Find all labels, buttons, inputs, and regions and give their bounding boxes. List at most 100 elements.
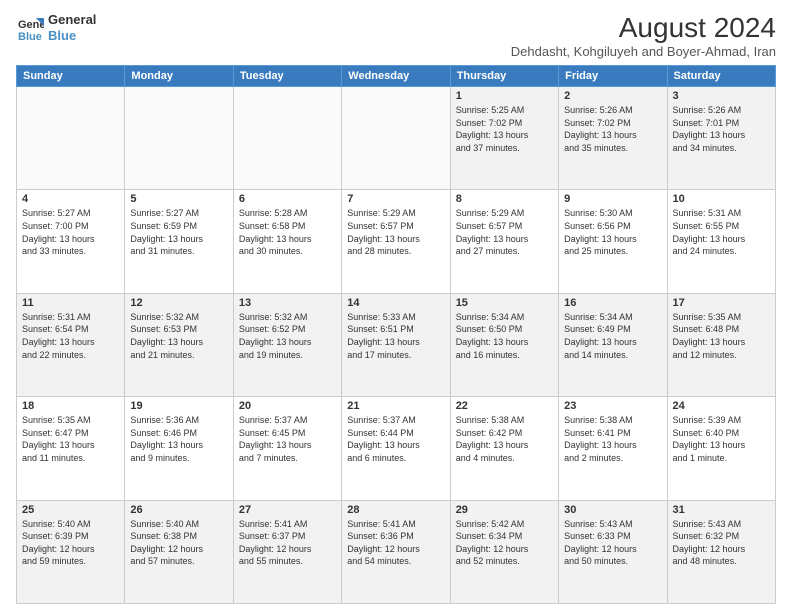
col-wednesday: Wednesday	[342, 66, 450, 87]
svg-text:Blue: Blue	[18, 31, 42, 42]
day-number: 28	[347, 504, 444, 516]
day-number: 8	[456, 193, 553, 205]
cell-content: Sunrise: 5:35 AM Sunset: 6:48 PM Dayligh…	[673, 311, 770, 361]
cell-content: Sunrise: 5:37 AM Sunset: 6:44 PM Dayligh…	[347, 414, 444, 464]
calendar-cell: 4 Sunrise: 5:27 AM Sunset: 7:00 PM Daylig…	[17, 190, 125, 293]
day-number: 4	[22, 193, 119, 205]
cell-content: Sunrise: 5:29 AM Sunset: 6:57 PM Dayligh…	[456, 207, 553, 257]
calendar-cell: 10Sunrise: 5:31 AM Sunset: 6:55 PM Dayli…	[667, 190, 775, 293]
calendar-cell: 12Sunrise: 5:32 AM Sunset: 6:53 PM Dayli…	[125, 293, 233, 396]
logo-line1: General	[48, 12, 96, 28]
day-number: 23	[564, 400, 661, 412]
cell-content: Sunrise: 5:40 AM Sunset: 6:39 PM Dayligh…	[22, 518, 119, 568]
calendar-cell: 8 Sunrise: 5:29 AM Sunset: 6:57 PM Daylig…	[450, 190, 558, 293]
day-number: 5	[130, 193, 227, 205]
calendar-cell: 24 Sunrise: 5:39 AM Sunset: 6:40 PM Dayli…	[667, 397, 775, 500]
week-row-5: 25Sunrise: 5:40 AM Sunset: 6:39 PM Dayli…	[17, 500, 776, 603]
calendar-cell: 17Sunrise: 5:35 AM Sunset: 6:48 PM Dayli…	[667, 293, 775, 396]
calendar-cell: 25Sunrise: 5:40 AM Sunset: 6:39 PM Dayli…	[17, 500, 125, 603]
calendar-cell: 6Sunrise: 5:28 AM Sunset: 6:58 PM Daylig…	[233, 190, 341, 293]
cell-content: Sunrise: 5:28 AM Sunset: 6:58 PM Dayligh…	[239, 207, 336, 257]
cell-content: Sunrise: 5:38 AM Sunset: 6:41 PM Dayligh…	[564, 414, 661, 464]
day-number: 1	[456, 90, 553, 102]
day-number: 24	[673, 400, 770, 412]
calendar-cell: 21 Sunrise: 5:37 AM Sunset: 6:44 PM Dayli…	[342, 397, 450, 500]
calendar-cell: 18Sunrise: 5:35 AM Sunset: 6:47 PM Dayli…	[17, 397, 125, 500]
col-saturday: Saturday	[667, 66, 775, 87]
cell-content: Sunrise: 5:33 AM Sunset: 6:51 PM Dayligh…	[347, 311, 444, 361]
cell-content: Sunrise: 5:41 AM Sunset: 6:36 PM Dayligh…	[347, 518, 444, 568]
week-row-1: 1 Sunrise: 5:25 AM Sunset: 7:02 PM Daylig…	[17, 87, 776, 190]
col-tuesday: Tuesday	[233, 66, 341, 87]
week-row-4: 18Sunrise: 5:35 AM Sunset: 6:47 PM Dayli…	[17, 397, 776, 500]
calendar-cell	[17, 87, 125, 190]
calendar-cell: 14 Sunrise: 5:33 AM Sunset: 6:51 PM Dayli…	[342, 293, 450, 396]
day-number: 14	[347, 297, 444, 309]
day-number: 29	[456, 504, 553, 516]
col-sunday: Sunday	[17, 66, 125, 87]
day-number: 21	[347, 400, 444, 412]
calendar-cell: 20Sunrise: 5:37 AM Sunset: 6:45 PM Dayli…	[233, 397, 341, 500]
cell-content: Sunrise: 5:41 AM Sunset: 6:37 PM Dayligh…	[239, 518, 336, 568]
day-number: 27	[239, 504, 336, 516]
calendar-cell: 23 Sunrise: 5:38 AM Sunset: 6:41 PM Dayli…	[559, 397, 667, 500]
day-number: 7	[347, 193, 444, 205]
cell-content: Sunrise: 5:27 AM Sunset: 6:59 PM Dayligh…	[130, 207, 227, 257]
calendar-cell: 15Sunrise: 5:34 AM Sunset: 6:50 PM Dayli…	[450, 293, 558, 396]
calendar-cell: 9 Sunrise: 5:30 AM Sunset: 6:56 PM Daylig…	[559, 190, 667, 293]
calendar-cell: 26Sunrise: 5:40 AM Sunset: 6:38 PM Dayli…	[125, 500, 233, 603]
calendar-cell: 1 Sunrise: 5:25 AM Sunset: 7:02 PM Daylig…	[450, 87, 558, 190]
calendar-cell	[233, 87, 341, 190]
cell-content: Sunrise: 5:26 AM Sunset: 7:01 PM Dayligh…	[673, 104, 770, 154]
calendar-cell: 22 Sunrise: 5:38 AM Sunset: 6:42 PM Dayli…	[450, 397, 558, 500]
day-number: 13	[239, 297, 336, 309]
day-number: 16	[564, 297, 661, 309]
page-header: General Blue General Blue August 2024 De…	[16, 12, 776, 59]
calendar-cell: 3 Sunrise: 5:26 AM Sunset: 7:01 PM Daylig…	[667, 87, 775, 190]
calendar-cell: 27 Sunrise: 5:41 AM Sunset: 6:37 PM Dayli…	[233, 500, 341, 603]
calendar-cell: 2Sunrise: 5:26 AM Sunset: 7:02 PM Daylig…	[559, 87, 667, 190]
main-title: August 2024	[511, 12, 776, 44]
calendar-cell	[125, 87, 233, 190]
week-row-2: 4 Sunrise: 5:27 AM Sunset: 7:00 PM Daylig…	[17, 190, 776, 293]
day-number: 30	[564, 504, 661, 516]
week-row-3: 11Sunrise: 5:31 AM Sunset: 6:54 PM Dayli…	[17, 293, 776, 396]
calendar-cell: 19 Sunrise: 5:36 AM Sunset: 6:46 PM Dayli…	[125, 397, 233, 500]
cell-content: Sunrise: 5:29 AM Sunset: 6:57 PM Dayligh…	[347, 207, 444, 257]
day-number: 19	[130, 400, 227, 412]
header-row: Sunday Monday Tuesday Wednesday Thursday…	[17, 66, 776, 87]
calendar-cell: 28 Sunrise: 5:41 AM Sunset: 6:36 PM Dayli…	[342, 500, 450, 603]
calendar-cell: 30 Sunrise: 5:43 AM Sunset: 6:33 PM Dayli…	[559, 500, 667, 603]
cell-content: Sunrise: 5:31 AM Sunset: 6:55 PM Dayligh…	[673, 207, 770, 257]
col-friday: Friday	[559, 66, 667, 87]
cell-content: Sunrise: 5:42 AM Sunset: 6:34 PM Dayligh…	[456, 518, 553, 568]
cell-content: Sunrise: 5:36 AM Sunset: 6:46 PM Dayligh…	[130, 414, 227, 464]
logo-icon: General Blue	[16, 14, 44, 42]
day-number: 26	[130, 504, 227, 516]
cell-content: Sunrise: 5:39 AM Sunset: 6:40 PM Dayligh…	[673, 414, 770, 464]
cell-content: Sunrise: 5:34 AM Sunset: 6:49 PM Dayligh…	[564, 311, 661, 361]
calendar-cell: 29 Sunrise: 5:42 AM Sunset: 6:34 PM Dayli…	[450, 500, 558, 603]
logo: General Blue General Blue	[16, 12, 96, 43]
calendar-body: 1 Sunrise: 5:25 AM Sunset: 7:02 PM Daylig…	[17, 87, 776, 604]
cell-content: Sunrise: 5:25 AM Sunset: 7:02 PM Dayligh…	[456, 104, 553, 154]
title-section: August 2024 Dehdasht, Kohgiluyeh and Boy…	[511, 12, 776, 59]
cell-content: Sunrise: 5:30 AM Sunset: 6:56 PM Dayligh…	[564, 207, 661, 257]
cell-content: Sunrise: 5:27 AM Sunset: 7:00 PM Dayligh…	[22, 207, 119, 257]
cell-content: Sunrise: 5:32 AM Sunset: 6:52 PM Dayligh…	[239, 311, 336, 361]
calendar-table: Sunday Monday Tuesday Wednesday Thursday…	[16, 65, 776, 604]
cell-content: Sunrise: 5:38 AM Sunset: 6:42 PM Dayligh…	[456, 414, 553, 464]
cell-content: Sunrise: 5:43 AM Sunset: 6:32 PM Dayligh…	[673, 518, 770, 568]
calendar-cell: 31 Sunrise: 5:43 AM Sunset: 6:32 PM Dayli…	[667, 500, 775, 603]
cell-content: Sunrise: 5:43 AM Sunset: 6:33 PM Dayligh…	[564, 518, 661, 568]
day-number: 12	[130, 297, 227, 309]
calendar-cell	[342, 87, 450, 190]
calendar-cell: 16 Sunrise: 5:34 AM Sunset: 6:49 PM Dayli…	[559, 293, 667, 396]
day-number: 22	[456, 400, 553, 412]
day-number: 18	[22, 400, 119, 412]
cell-content: Sunrise: 5:26 AM Sunset: 7:02 PM Dayligh…	[564, 104, 661, 154]
day-number: 9	[564, 193, 661, 205]
day-number: 31	[673, 504, 770, 516]
day-number: 3	[673, 90, 770, 102]
day-number: 20	[239, 400, 336, 412]
